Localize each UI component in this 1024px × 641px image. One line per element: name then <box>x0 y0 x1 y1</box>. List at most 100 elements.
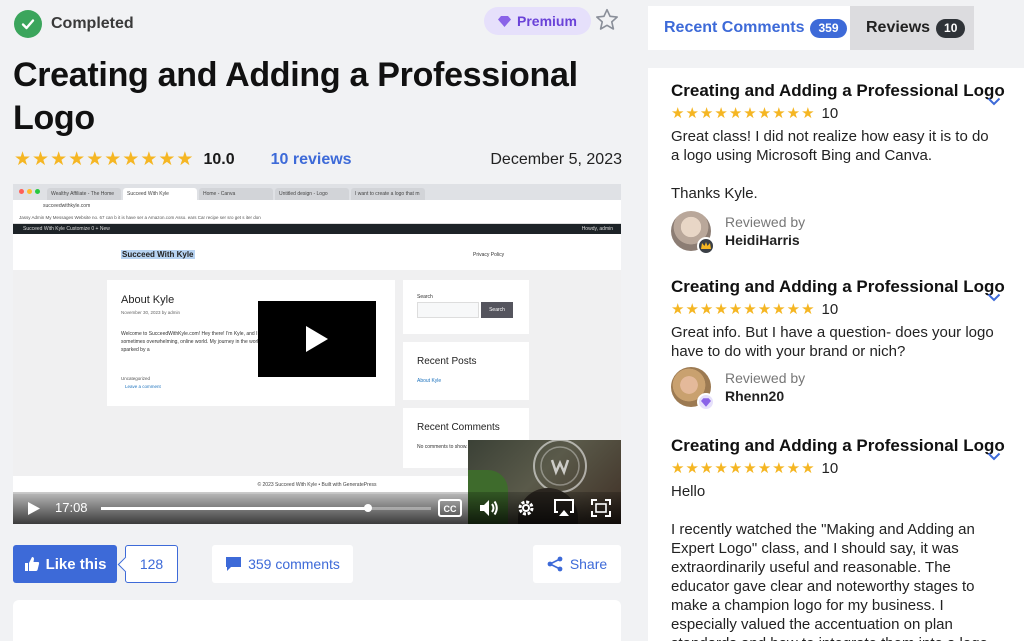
share-button[interactable]: Share <box>533 545 621 583</box>
reviews-link[interactable]: 10 reviews <box>271 151 352 169</box>
review-title: Creating and Adding a Professional Logo <box>671 81 1005 100</box>
avatar <box>671 211 715 255</box>
volume-icon[interactable] <box>479 499 499 522</box>
review-stars: ★ ★ ★ ★ ★ ★ ★ ★ ★ ★ <box>671 104 815 122</box>
star-icon: ★ <box>772 459 786 477</box>
reviewer-name[interactable]: HeidiHarris <box>725 231 805 249</box>
star-icon: ★ <box>176 149 194 170</box>
lesson-date: December 5, 2023 <box>490 151 622 168</box>
star-icon: ★ <box>772 300 786 318</box>
search-widget: Search Search <box>403 280 529 334</box>
comments-label: 359 comments <box>248 556 340 572</box>
browser-tab: Home - Canva <box>199 188 273 200</box>
star-icon: ★ <box>757 300 772 318</box>
share-label: Share <box>569 556 608 572</box>
recent-post-link: About Kyle <box>417 378 442 384</box>
star-icon: ★ <box>122 149 140 170</box>
tab-recent-comments[interactable]: Recent Comments 359 <box>648 6 850 50</box>
settings-icon[interactable] <box>516 498 536 523</box>
comments-button[interactable]: 359 comments <box>212 545 353 583</box>
fullscreen-icon[interactable] <box>591 499 611 522</box>
svg-text:CC: CC <box>444 504 457 514</box>
star-icon: ★ <box>14 149 32 170</box>
star-icon: ★ <box>68 149 86 170</box>
review-body: Hello I recently watched the "Making and… <box>671 483 988 641</box>
browser-tab: Untitled design - Logo <box>275 188 349 200</box>
tab-recent-count: 359 <box>810 18 847 38</box>
reviewer[interactable]: Reviewed by Rhenn20 <box>671 367 1001 411</box>
reviewer-name[interactable]: Rhenn20 <box>725 387 805 405</box>
avatar <box>671 367 715 411</box>
recent-posts-title: Recent Posts <box>417 356 477 367</box>
tab-reviews[interactable]: Reviews 10 <box>850 6 974 50</box>
star-icon: ★ <box>728 459 743 477</box>
rating-stars: ★ ★ ★ ★ ★ ★ ★ ★ ★ ★ <box>14 150 193 170</box>
play-control-icon[interactable] <box>27 501 41 521</box>
recent-posts-widget: Recent Posts About Kyle <box>403 342 529 400</box>
captions-icon[interactable]: CC <box>438 499 462 522</box>
tab-reviews-label: Reviews <box>866 19 931 36</box>
lesson-column: Completed Premium Creating and Adding a … <box>0 0 636 641</box>
share-icon <box>547 556 563 572</box>
search-widget-label: Search <box>417 294 433 300</box>
video-player[interactable]: Wealthy Affiliate - The Home Succeed Wit… <box>13 184 621 524</box>
diamond-icon <box>498 15 511 27</box>
like-button[interactable]: Like this <box>13 545 117 583</box>
chevron-down-icon[interactable] <box>987 289 1001 307</box>
star-icon: ★ <box>32 149 50 170</box>
review-score: 10 <box>821 301 839 318</box>
star-icon: ★ <box>140 149 158 170</box>
star-icon: ★ <box>772 104 786 122</box>
review-item: Creating and Adding a Professional Logo … <box>671 435 1005 641</box>
star-icon: ★ <box>685 459 699 477</box>
star-icon: ★ <box>671 104 685 122</box>
star-icon: ★ <box>728 300 743 318</box>
chevron-down-icon[interactable] <box>987 448 1001 466</box>
play-button[interactable] <box>258 301 376 377</box>
review-item: Creating and Adding a Professional Logo … <box>671 276 1005 411</box>
like-label: Like this <box>45 555 107 573</box>
airplay-icon[interactable] <box>553 499 575 522</box>
like-count: 128 <box>125 545 178 583</box>
star-icon: ★ <box>786 104 801 122</box>
no-comments-text: No comments to show. <box>417 444 468 450</box>
favorite-star-icon[interactable] <box>594 7 620 38</box>
tab-reviews-count: 10 <box>936 18 966 38</box>
lesson-title: Creating and Adding a Professional Logo <box>13 56 578 137</box>
star-icon: ★ <box>801 459 815 477</box>
comments-panel: Recent Comments 359 Reviews 10 Creating … <box>648 0 1024 641</box>
review-stars: ★ ★ ★ ★ ★ ★ ★ ★ ★ ★ <box>671 459 815 477</box>
star-icon: ★ <box>743 300 757 318</box>
search-widget-button: Search <box>481 302 513 318</box>
wp-admin-bar: Succeed With Kyle Customize 0 + New Howd… <box>13 224 621 234</box>
like-count-value: 128 <box>139 556 164 572</box>
chevron-down-icon[interactable] <box>987 93 1001 111</box>
review-score: 10 <box>821 105 839 122</box>
video-controls: 17:08 CC <box>13 492 621 524</box>
star-icon: ★ <box>757 104 772 122</box>
browser-url: succeedwithkyle.com <box>13 200 621 212</box>
crown-icon <box>697 237 715 255</box>
reviewer[interactable]: Reviewed by HeidiHarris <box>671 211 1001 255</box>
star-icon: ★ <box>786 300 801 318</box>
rating-score: 10.0 <box>203 151 235 168</box>
wp-bar-items: Succeed With Kyle Customize 0 + New <box>23 226 110 232</box>
premium-badge[interactable]: Premium <box>484 7 591 35</box>
diamond-icon <box>697 393 715 411</box>
star-icon: ★ <box>714 104 728 122</box>
star-icon: ★ <box>685 300 699 318</box>
video-progress-fill <box>101 507 369 510</box>
review-score: 10 <box>821 460 839 477</box>
wp-howdy: Howdy, admin <box>581 226 613 232</box>
star-icon: ★ <box>86 149 104 170</box>
video-progress-knob[interactable] <box>364 504 373 512</box>
video-time: 17:08 <box>55 500 88 515</box>
post-category: Uncategorized <box>121 376 151 381</box>
star-icon: ★ <box>685 104 699 122</box>
video-progress-bar[interactable] <box>101 504 431 512</box>
play-icon <box>306 326 328 352</box>
star-icon: ★ <box>50 149 68 170</box>
star-icon: ★ <box>728 104 743 122</box>
star-icon: ★ <box>671 459 685 477</box>
status-label: Completed <box>51 15 134 32</box>
